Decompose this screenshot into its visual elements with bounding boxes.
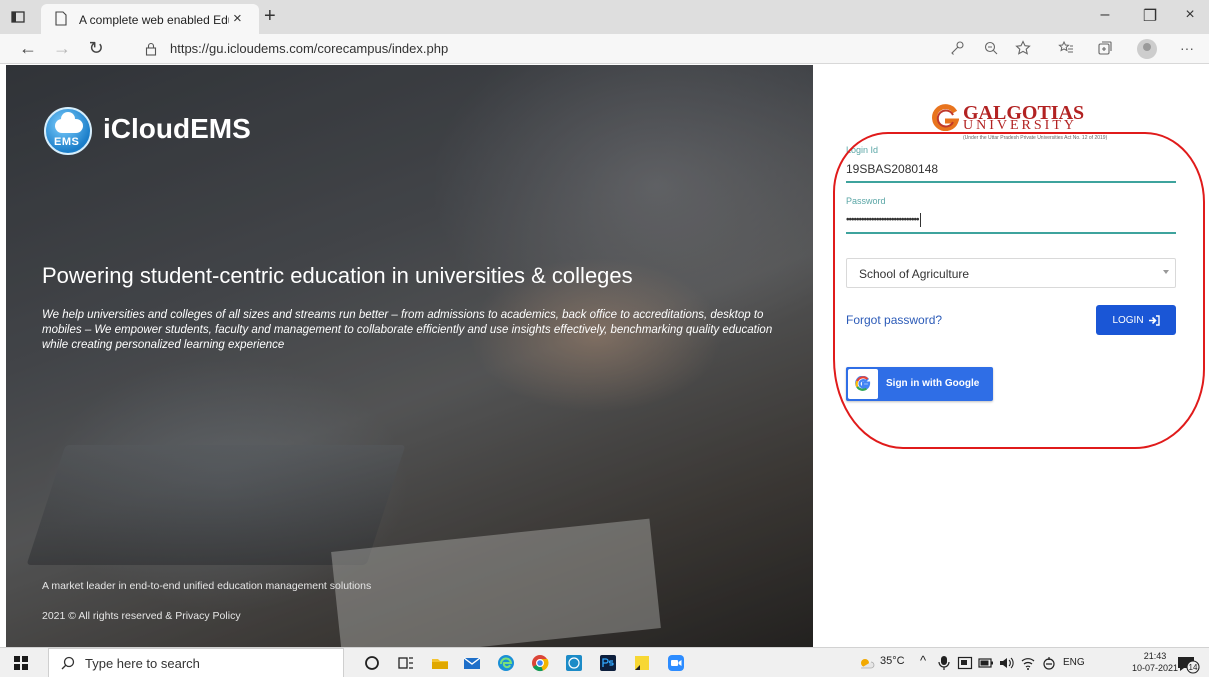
tab-actions-icon[interactable] bbox=[10, 9, 26, 25]
logo-ems-text: EMS bbox=[54, 136, 80, 148]
key-icon[interactable] bbox=[948, 40, 966, 56]
hero-description: We help universities and colleges of all… bbox=[42, 309, 773, 351]
search-icon bbox=[61, 656, 75, 670]
zoom-icon[interactable] bbox=[982, 40, 1000, 56]
favorite-add-icon[interactable] bbox=[1014, 40, 1032, 56]
window-minimize-button[interactable]: – bbox=[1095, 6, 1115, 24]
cortana-icon[interactable] bbox=[362, 653, 382, 673]
icloudems-logo: EMS bbox=[44, 107, 92, 155]
hero-footer-tagline: A market leader in end-to-end unified ed… bbox=[42, 580, 372, 592]
wifi-icon[interactable] bbox=[1020, 655, 1036, 671]
brand-name: iCloudEMS bbox=[103, 113, 251, 144]
hero-footer-copyright[interactable]: 2021 © All rights reserved & Privacy Pol… bbox=[42, 610, 241, 622]
taskbar-search-box[interactable]: Type here to search bbox=[48, 648, 344, 677]
university-subtitle: UNIVERSITY bbox=[963, 118, 1077, 133]
galgotias-g-icon bbox=[932, 104, 959, 131]
hero-headline: Powering student-centric education in un… bbox=[42, 263, 633, 288]
page-document-icon bbox=[55, 11, 67, 26]
browser-tab-strip: A complete web enabled Educati × + – ❐ × bbox=[0, 0, 1209, 34]
hero-section: EMS iCloudEMS Powering student-centric e… bbox=[6, 65, 813, 647]
clock-date: 10-07-2021 bbox=[1132, 663, 1179, 673]
windows-start-icon[interactable] bbox=[14, 656, 28, 670]
notification-count: 14 bbox=[1189, 663, 1198, 672]
microphone-icon[interactable] bbox=[937, 655, 951, 671]
cloud-icon bbox=[55, 112, 83, 133]
weather-icon[interactable] bbox=[856, 653, 876, 673]
dell-app-icon[interactable] bbox=[564, 653, 584, 673]
notifications-icon[interactable]: 14 bbox=[1176, 654, 1200, 674]
new-tab-button[interactable]: + bbox=[264, 5, 276, 28]
profile-avatar[interactable] bbox=[1137, 39, 1157, 59]
battery-icon[interactable] bbox=[978, 656, 994, 670]
clock-time: 21:43 bbox=[1143, 651, 1167, 661]
zoom-app-icon[interactable] bbox=[666, 653, 686, 673]
forward-button[interactable]: → bbox=[52, 38, 72, 59]
settings-more-icon[interactable]: ··· bbox=[1178, 40, 1196, 56]
ime-icon[interactable] bbox=[1042, 655, 1056, 671]
hero-overlay bbox=[6, 65, 813, 647]
weather-temperature[interactable]: 35°C bbox=[880, 655, 905, 667]
photoshop-icon[interactable] bbox=[598, 653, 618, 673]
login-panel: GALGOTIAS UNIVERSITY (Under the Uttar Pr… bbox=[813, 65, 1209, 647]
tray-chevron-up-icon[interactable]: ^ bbox=[920, 653, 926, 668]
task-view-icon[interactable] bbox=[396, 653, 416, 673]
favorites-icon[interactable] bbox=[1057, 40, 1075, 56]
chrome-icon[interactable] bbox=[530, 653, 550, 673]
address-bar: ← → ↻ https://gu.icloudems.com/corecampu… bbox=[0, 34, 1209, 64]
lock-icon[interactable] bbox=[145, 42, 157, 56]
red-annotation-ellipse bbox=[833, 132, 1205, 449]
collections-icon[interactable] bbox=[1096, 40, 1114, 56]
taskbar-clock[interactable]: 21:43 10-07-2021 bbox=[1132, 650, 1178, 674]
sticky-notes-icon[interactable] bbox=[632, 653, 652, 673]
edge-browser-icon[interactable] bbox=[496, 653, 516, 673]
tab-close-icon[interactable]: × bbox=[233, 10, 242, 27]
taskbar-search-placeholder: Type here to search bbox=[85, 656, 200, 671]
language-indicator[interactable]: ENG bbox=[1063, 657, 1085, 668]
mail-icon[interactable] bbox=[462, 653, 482, 673]
windows-taskbar: Type here to search 35°C ^ ENG 21:43 10-… bbox=[0, 647, 1209, 677]
back-button[interactable]: ← bbox=[18, 38, 38, 59]
refresh-button[interactable]: ↻ bbox=[86, 38, 106, 59]
window-restore-button[interactable]: ❐ bbox=[1140, 6, 1160, 26]
screen-capture-icon[interactable] bbox=[957, 655, 973, 671]
window-close-button[interactable]: × bbox=[1180, 6, 1200, 24]
file-explorer-icon[interactable] bbox=[430, 653, 450, 673]
volume-icon[interactable] bbox=[998, 655, 1014, 671]
url-field[interactable]: https://gu.icloudems.com/corecampus/inde… bbox=[170, 41, 448, 56]
tab-title: A complete web enabled Educati bbox=[79, 13, 229, 27]
browser-tab[interactable]: A complete web enabled Educati × bbox=[41, 4, 259, 34]
